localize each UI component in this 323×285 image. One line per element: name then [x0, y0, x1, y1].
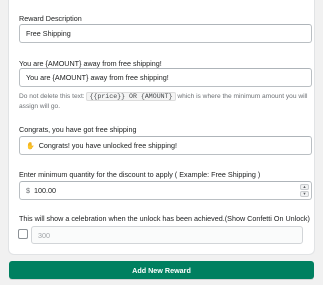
- reward-description-label: Reward Description: [19, 14, 82, 23]
- confetti-label: This will show a celebration when the un…: [19, 214, 310, 223]
- min-quantity-value: 100.00: [34, 186, 56, 195]
- reward-description-input[interactable]: Free Shipping: [19, 24, 312, 43]
- party-popper-icon: ✋: [26, 142, 35, 150]
- stepper-up-icon[interactable]: ▲: [300, 184, 309, 190]
- confetti-value-input[interactable]: 300: [31, 226, 303, 244]
- congrats-message-label: Congrats, you have got free shipping: [19, 125, 137, 134]
- quantity-stepper[interactable]: ▲ ▼: [300, 184, 309, 197]
- min-quantity-label: Enter minimum quantity for the discount …: [19, 170, 261, 179]
- reward-description-value: Free Shipping: [26, 29, 71, 38]
- confetti-checkbox[interactable]: [18, 229, 28, 239]
- congrats-message-input[interactable]: ✋ Congrats! you have unlocked free shipp…: [19, 136, 312, 155]
- reward-form-card: Reward Description Free Shipping You are…: [8, 0, 315, 255]
- add-new-reward-button[interactable]: Add New Reward: [9, 261, 314, 279]
- help-code: {{price}} OR {AMOUNT}: [86, 92, 176, 101]
- confetti-value: 300: [38, 230, 50, 240]
- add-new-reward-label: Add New Reward: [132, 265, 191, 275]
- congrats-message-value: Congrats! you have unlocked free shippin…: [38, 141, 177, 150]
- stepper-down-icon[interactable]: ▼: [300, 191, 309, 197]
- away-message-label: You are {AMOUNT} away from free shipping…: [19, 59, 162, 68]
- away-message-help: Do not delete this text: {{price}} OR {A…: [19, 92, 314, 112]
- away-message-input[interactable]: You are {AMOUNT} away from free shipping…: [19, 68, 312, 87]
- away-message-value: You are {AMOUNT} away from free shipping…: [26, 73, 169, 82]
- help-prefix: Do not delete this text:: [19, 93, 87, 100]
- min-quantity-input[interactable]: $ 100.00 ▲ ▼: [19, 181, 312, 200]
- currency-prefix: $: [26, 186, 30, 195]
